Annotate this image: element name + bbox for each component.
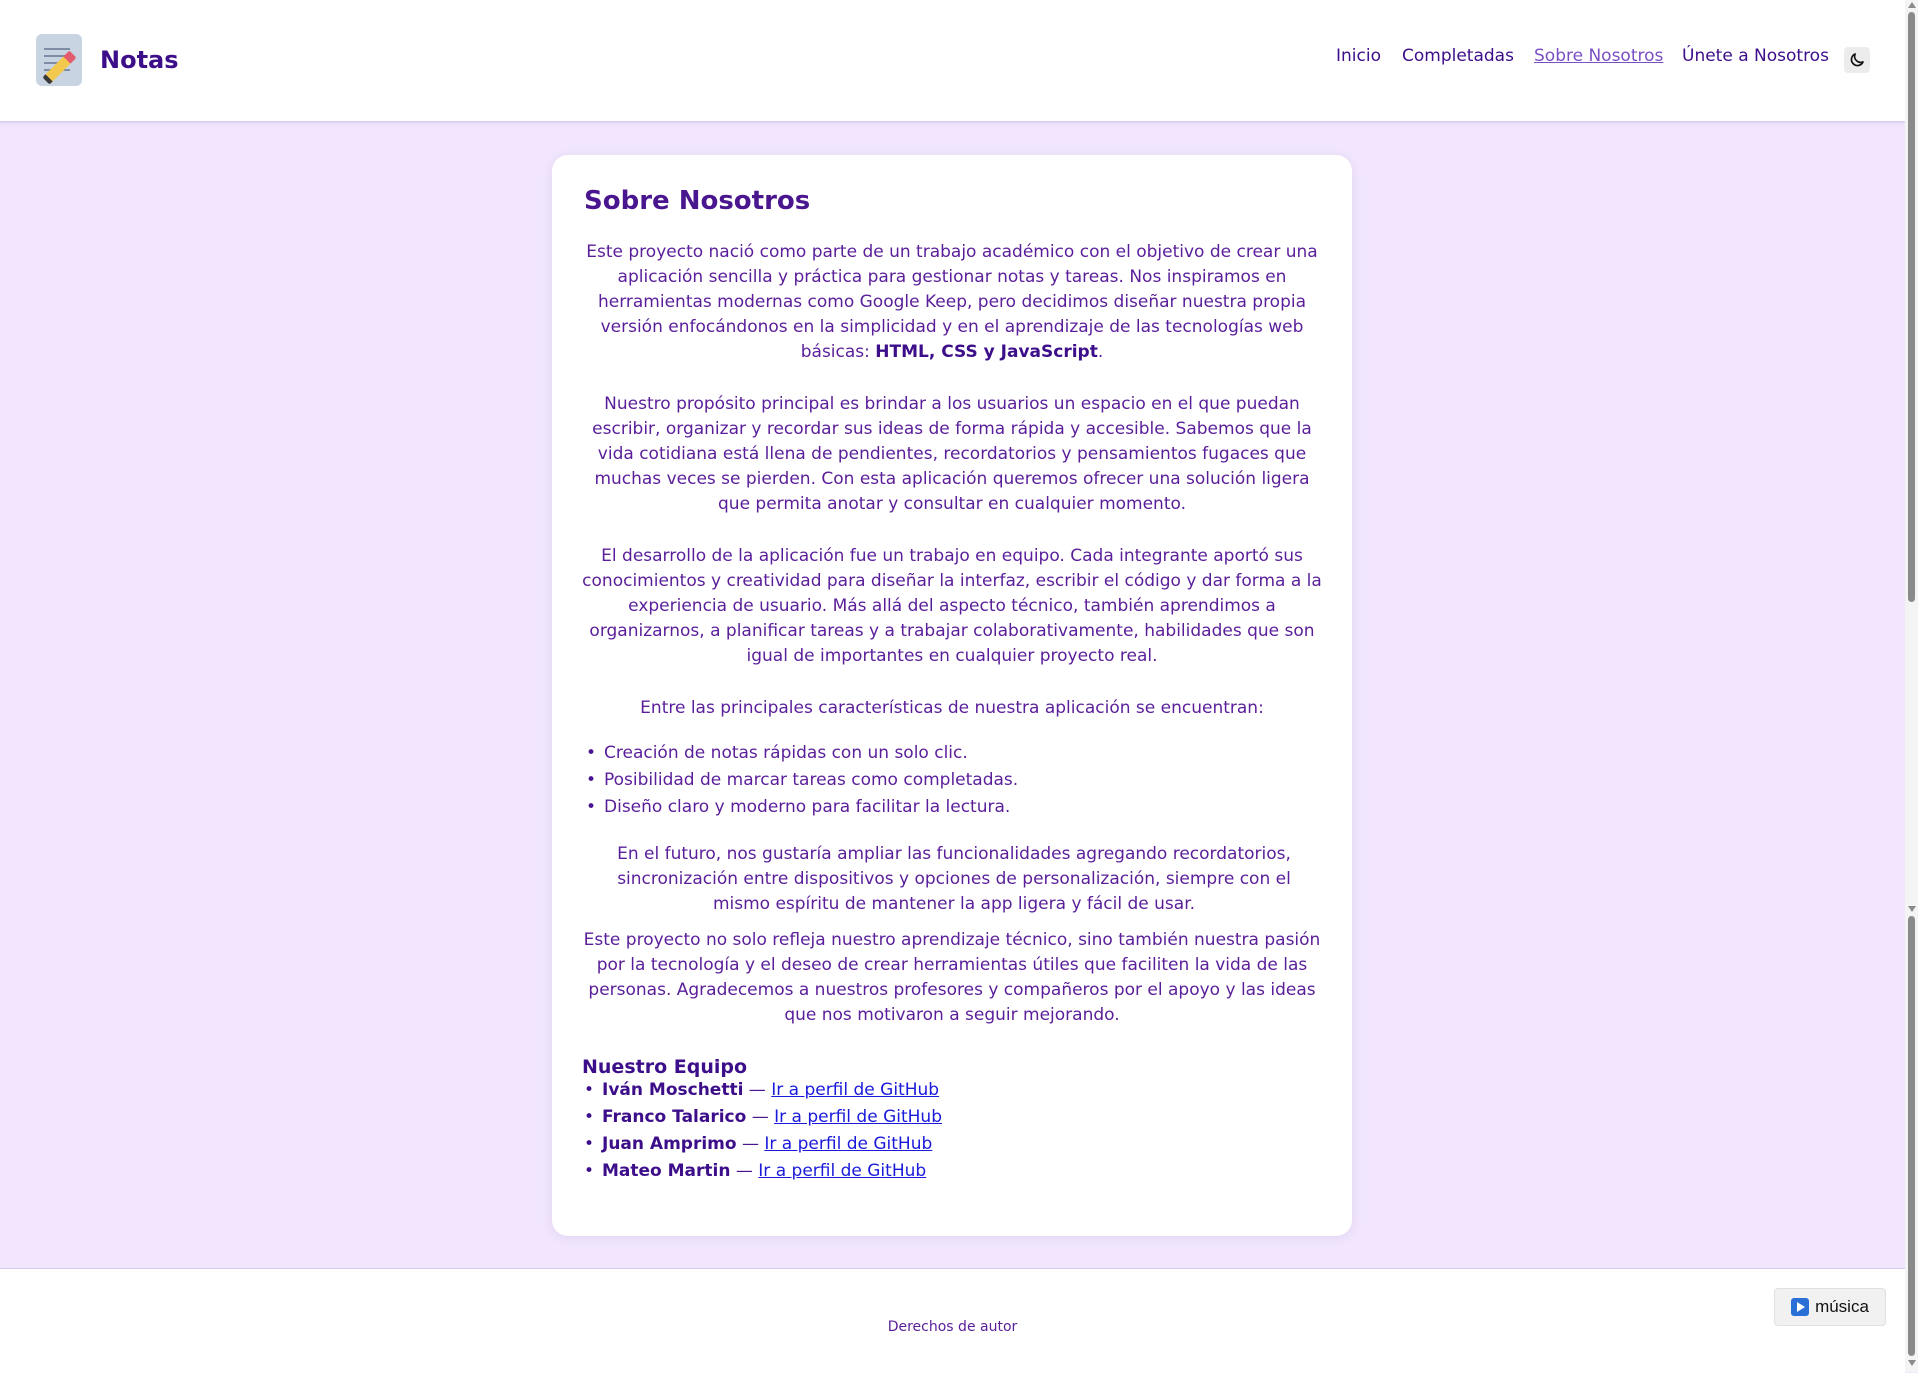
page-title: Sobre Nosotros <box>584 186 811 216</box>
team-member: Franco Talarico — Ir a perfil de GitHub <box>582 1104 942 1131</box>
github-link[interactable]: Ir a perfil de GitHub <box>758 1161 926 1181</box>
list-item: Posibilidad de marcar tareas como comple… <box>584 767 1324 794</box>
theme-toggle-button[interactable] <box>1844 47 1870 73</box>
music-label: música <box>1815 1297 1869 1316</box>
play-icon <box>1791 1298 1810 1316</box>
site-header: Notas Inicio Completadas Sobre Nosotros … <box>0 0 1905 122</box>
team-member: Iván Moschetti — Ir a perfil de GitHub <box>582 1077 942 1104</box>
github-link[interactable]: Ir a perfil de GitHub <box>774 1107 942 1127</box>
intro-paragraph: Este proyecto nació como parte de un tra… <box>586 242 1318 362</box>
github-link[interactable]: Ir a perfil de GitHub <box>771 1080 939 1100</box>
scroll-down-icon[interactable] <box>1908 1360 1916 1366</box>
nav-unete[interactable]: Únete a Nosotros <box>1682 46 1829 66</box>
brand-title[interactable]: Notas <box>100 46 179 74</box>
page-scrollbar[interactable] <box>1905 0 1918 1372</box>
scroll-down-icon[interactable] <box>1908 906 1916 912</box>
scroll-up-icon[interactable] <box>1908 2 1916 8</box>
music-button[interactable]: música <box>1774 1288 1886 1326</box>
list-item: Diseño claro y moderno para facilitar la… <box>584 794 1324 821</box>
notepad-logo-icon[interactable] <box>36 34 82 86</box>
features-list: Creación de notas rápidas con un solo cl… <box>584 740 1324 821</box>
nav-inicio[interactable]: Inicio <box>1336 46 1381 66</box>
member-name: Juan Amprimo <box>602 1134 737 1154</box>
future-paragraph: En el futuro, nos gustaría ampliar las f… <box>617 844 1291 914</box>
nav-completadas[interactable]: Completadas <box>1402 46 1514 66</box>
scrollbar-thumb[interactable] <box>1908 12 1915 602</box>
team-heading: Nuestro Equipo <box>582 1056 748 1078</box>
list-item: Creación de notas rápidas con un solo cl… <box>584 740 1324 767</box>
member-name: Franco Talarico <box>602 1107 747 1127</box>
nav-sobre-nosotros[interactable]: Sobre Nosotros <box>1534 46 1663 66</box>
team-member: Mateo Martin — Ir a perfil de GitHub <box>582 1158 942 1185</box>
features-intro: Entre las principales características de… <box>640 698 1264 718</box>
team-work-paragraph: El desarrollo de la aplicación fue un tr… <box>582 546 1322 666</box>
purpose-paragraph: Nuestro propósito principal es brindar a… <box>592 394 1312 514</box>
moon-icon <box>1850 53 1864 67</box>
team-member: Juan Amprimo — Ir a perfil de GitHub <box>582 1131 942 1158</box>
copyright-text: Derechos de autor <box>887 1319 1018 1335</box>
member-name: Mateo Martin <box>602 1161 731 1181</box>
team-list: Iván Moschetti — Ir a perfil de GitHub F… <box>582 1077 942 1185</box>
member-name: Iván Moschetti <box>602 1080 744 1100</box>
github-link[interactable]: Ir a perfil de GitHub <box>764 1134 932 1154</box>
scrollbar-thumb[interactable] <box>1908 916 1915 1356</box>
thanks-paragraph: Este proyecto no solo refleja nuestro ap… <box>583 930 1321 1025</box>
